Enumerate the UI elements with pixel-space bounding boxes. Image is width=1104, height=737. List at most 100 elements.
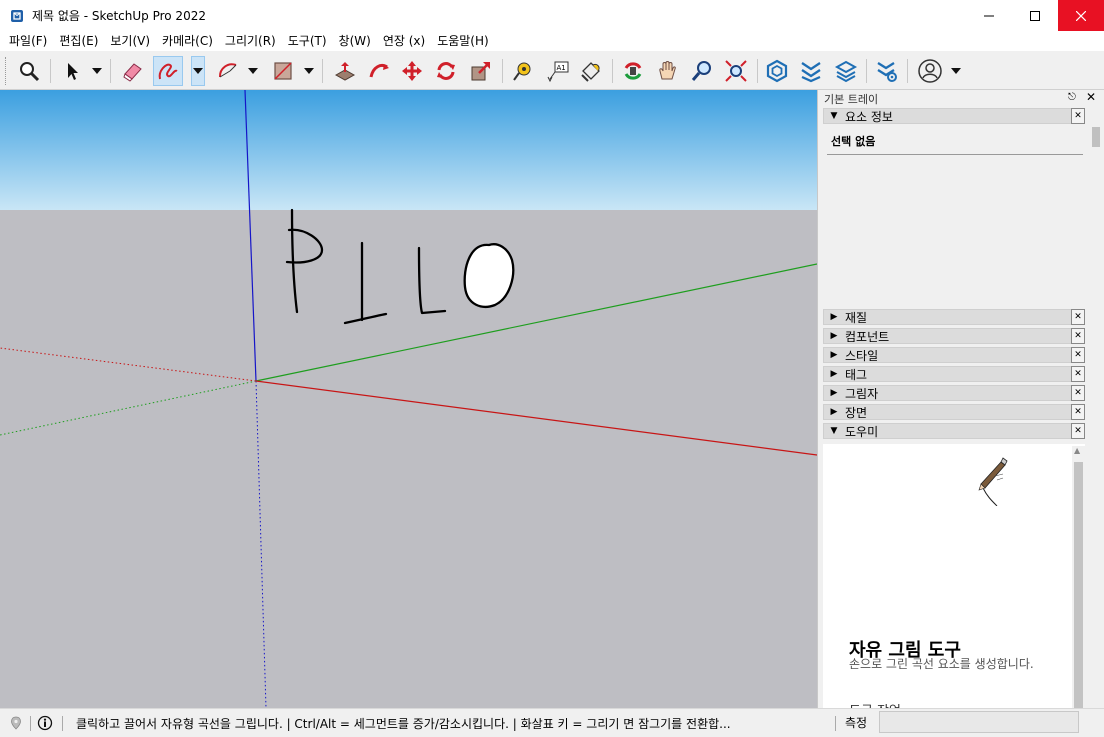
- panel-close-icon[interactable]: ✕: [1071, 328, 1085, 344]
- entity-info-scrollbar[interactable]: [1089, 127, 1102, 311]
- panel-close-icon[interactable]: ✕: [1071, 347, 1085, 363]
- sketchup-logo-icon: [11, 9, 23, 22]
- menu-edit[interactable]: 편집(E): [53, 31, 104, 51]
- menu-camera[interactable]: 카메라(C): [156, 31, 219, 51]
- panel-close-icon[interactable]: ✕: [1071, 366, 1085, 382]
- zoom-extents-tool-button[interactable]: [721, 56, 751, 86]
- panel-label: 재질: [845, 310, 868, 325]
- panel-close-icon[interactable]: ✕: [1071, 385, 1085, 401]
- toolbar-separator: [110, 59, 111, 83]
- tape-measure-icon: [513, 62, 531, 81]
- instructor-panel: 자유 그림 도구 손으로 그린 곡선 요소를 생성합니다. 도구 작업 ▲: [823, 444, 1085, 708]
- panel-shadows-header[interactable]: ▶ 그림자 ✕: [823, 385, 1085, 401]
- instructor-scrollbar[interactable]: ▲: [1072, 446, 1085, 708]
- geo-location-icon[interactable]: [8, 715, 24, 731]
- chevron-down-icon: [193, 68, 203, 74]
- status-separator: [62, 716, 63, 731]
- scale-tool-button[interactable]: [466, 56, 496, 86]
- toolbar-separator: [502, 59, 503, 83]
- account-button[interactable]: [915, 56, 945, 86]
- text-icon: A1: [547, 61, 569, 83]
- panel-tags-header[interactable]: ▶ 태그 ✕: [823, 366, 1085, 382]
- select-tool-button[interactable]: [57, 56, 87, 86]
- extension-manager-button[interactable]: [872, 56, 902, 86]
- tray-title: 기본 트레이: [824, 93, 879, 106]
- measurements-input[interactable]: [879, 711, 1079, 733]
- panel-close-icon[interactable]: ✕: [1071, 309, 1085, 325]
- toolbar-grip[interactable]: [5, 57, 8, 85]
- menu-help[interactable]: 도움말(H): [431, 31, 495, 51]
- tape-measure-tool-button[interactable]: [508, 56, 538, 86]
- pin-icon[interactable]: ⎋: [1068, 92, 1076, 103]
- layout-icon: [834, 60, 858, 83]
- search-tool-button[interactable]: [14, 56, 44, 86]
- zoom-tool-button[interactable]: [687, 56, 717, 86]
- panel-label: 스타일: [845, 348, 879, 363]
- menu-draw[interactable]: 그리기(R): [219, 31, 282, 51]
- measurements-label: 측정: [845, 716, 868, 730]
- account-icon: [918, 59, 942, 83]
- panel-entity-info-header[interactable]: ▼ 요소 정보 ✕: [823, 108, 1085, 124]
- close-button[interactable]: [1058, 0, 1104, 31]
- menu-file[interactable]: 파일(F): [3, 31, 53, 51]
- drawing-viewport[interactable]: [0, 90, 817, 708]
- rotate-icon: [437, 62, 455, 80]
- instructor-toggle-icon[interactable]: [37, 715, 53, 731]
- panel-close-icon[interactable]: ✕: [1071, 404, 1085, 420]
- scroll-up-icon[interactable]: ▲: [1074, 446, 1080, 455]
- panel-materials-header[interactable]: ▶ 재질 ✕: [823, 309, 1085, 325]
- minimize-icon: [984, 15, 994, 16]
- menu-extensions[interactable]: 연장 (x): [377, 31, 431, 51]
- toolbar-separator: [866, 59, 867, 83]
- rectangle-tool-button[interactable]: [268, 56, 298, 86]
- pan-icon: [659, 61, 676, 80]
- ground-plane: [0, 210, 817, 708]
- push-pull-tool-button[interactable]: [330, 56, 360, 86]
- panel-close-icon[interactable]: ✕: [1071, 423, 1085, 439]
- tray-close-button[interactable]: ✕: [1086, 90, 1096, 104]
- menu-window[interactable]: 창(W): [333, 31, 377, 51]
- layout-button[interactable]: [831, 56, 861, 86]
- expand-arrow-icon: ▶: [830, 369, 838, 379]
- viewport-canvas[interactable]: [0, 90, 817, 708]
- panel-components-header[interactable]: ▶ 컴포넌트 ✕: [823, 328, 1085, 344]
- status-message: 클릭하고 끌어서 자유형 곡선을 그립니다. | Ctrl/Alt = 세그먼트…: [76, 717, 731, 731]
- rectangle-dropdown[interactable]: [302, 56, 316, 86]
- scrollbar-thumb[interactable]: [1074, 462, 1083, 708]
- extension-manager-icon: [877, 62, 897, 82]
- move-icon: [402, 61, 422, 81]
- status-separator: [30, 716, 31, 731]
- freehand-dropdown[interactable]: [191, 56, 205, 86]
- move-tool-button[interactable]: [397, 56, 427, 86]
- rotate-tool-button[interactable]: [431, 56, 461, 86]
- zoom-icon: [691, 61, 711, 81]
- account-dropdown[interactable]: [949, 56, 963, 86]
- arc-dropdown[interactable]: [246, 56, 260, 86]
- panel-close-icon[interactable]: ✕: [1071, 108, 1085, 124]
- select-dropdown[interactable]: [90, 56, 104, 86]
- arc-tool-button[interactable]: [213, 56, 243, 86]
- window-title: 제목 없음 - SketchUp Pro 2022: [32, 9, 206, 23]
- svg-text:A1: A1: [557, 64, 566, 72]
- scrollbar-thumb[interactable]: [1092, 127, 1100, 147]
- toolbar-separator: [322, 59, 323, 83]
- panel-instructor-header[interactable]: ▼ 도우미 ✕: [823, 423, 1085, 439]
- panel-styles-header[interactable]: ▶ 스타일 ✕: [823, 347, 1085, 363]
- entity-info-body: 선택 없음: [823, 127, 1085, 311]
- eraser-tool-button[interactable]: [118, 56, 148, 86]
- 3d-warehouse-button[interactable]: [762, 56, 792, 86]
- paint-bucket-tool-button[interactable]: [576, 56, 606, 86]
- maximize-button[interactable]: [1012, 0, 1058, 31]
- minimize-button[interactable]: [966, 0, 1012, 31]
- follow-me-tool-button[interactable]: [364, 56, 394, 86]
- text-tool-button[interactable]: A1: [543, 56, 573, 86]
- menu-tools[interactable]: 도구(T): [282, 31, 333, 51]
- freehand-tool-button[interactable]: [153, 56, 183, 86]
- zoom-extents-icon: [725, 60, 747, 82]
- extension-warehouse-button[interactable]: [796, 56, 826, 86]
- orbit-tool-button[interactable]: [618, 56, 648, 86]
- panel-scenes-header[interactable]: ▶ 장면 ✕: [823, 404, 1085, 420]
- instructor-description: 손으로 그린 곡선 요소를 생성합니다.: [849, 657, 1034, 671]
- menu-view[interactable]: 보기(V): [104, 31, 156, 51]
- pan-tool-button[interactable]: [652, 56, 682, 86]
